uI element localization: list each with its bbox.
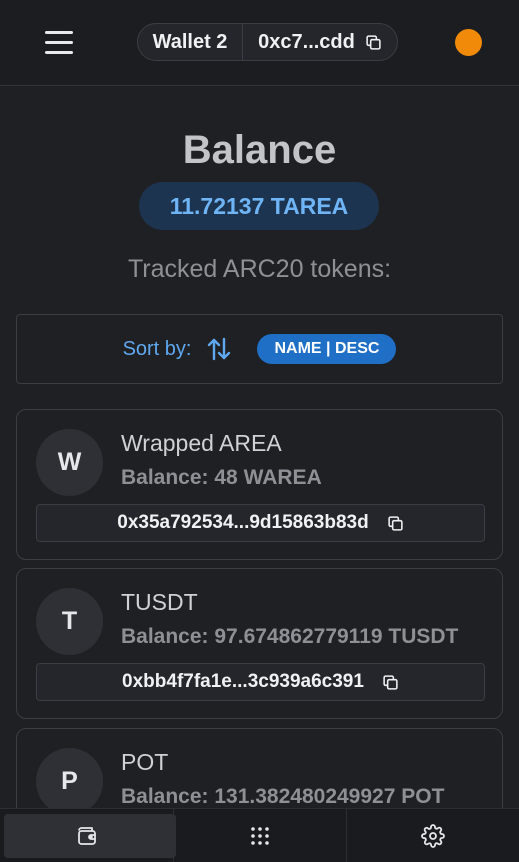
sort-controls: Sort by: NAME | DESC bbox=[16, 314, 503, 384]
token-name: Wrapped AREA bbox=[121, 430, 282, 456]
token-balance: Balance: 97.674862779119 TUSDT bbox=[121, 625, 459, 648]
token-balance: Balance: 131.382480249927 POT bbox=[121, 785, 445, 808]
wallet-address-copy[interactable]: 0xc7...cdd bbox=[243, 24, 397, 60]
wallet-address: 0xc7...cdd bbox=[258, 30, 355, 53]
token-avatar: T bbox=[36, 588, 103, 655]
token-name: POT bbox=[121, 749, 169, 775]
token-address-copy-button[interactable]: 0x35a792534...9d15863b83d bbox=[36, 504, 485, 542]
token-address: 0xbb4f7fa1e...3c939a6c391 bbox=[122, 671, 364, 692]
tracked-tokens-title: Tracked ARC20 tokens: bbox=[127, 255, 392, 283]
hamburger-menu-icon[interactable] bbox=[38, 24, 80, 60]
token-avatar: W bbox=[36, 429, 103, 496]
copy-icon[interactable] bbox=[382, 674, 399, 691]
copy-icon[interactable] bbox=[387, 515, 404, 532]
nav-apps[interactable] bbox=[173, 809, 346, 862]
app-header: Wallet 2 0xc7...cdd bbox=[0, 0, 519, 86]
sort-arrows-icon[interactable] bbox=[205, 335, 233, 363]
token-card[interactable]: T TUSDT Balance: 97.674862779119 TUSDT 0… bbox=[16, 568, 503, 719]
token-address: 0x35a792534...9d15863b83d bbox=[117, 512, 369, 533]
balance-title: Balance bbox=[182, 128, 337, 172]
token-address-copy-button[interactable]: 0xbb4f7fa1e...3c939a6c391 bbox=[36, 663, 485, 701]
copy-icon[interactable] bbox=[365, 34, 382, 51]
apps-grid-icon bbox=[251, 827, 269, 845]
token-card[interactable]: W Wrapped AREA Balance: 48 WAREA 0x35a79… bbox=[16, 409, 503, 560]
settings-gear-icon bbox=[421, 824, 445, 848]
nav-settings[interactable] bbox=[346, 809, 519, 862]
network-status-indicator[interactable] bbox=[455, 29, 482, 56]
bottom-navigation bbox=[0, 808, 519, 862]
nav-wallet[interactable] bbox=[0, 809, 176, 862]
token-balance: Balance: 48 WAREA bbox=[121, 466, 322, 489]
wallet-name[interactable]: Wallet 2 bbox=[138, 24, 243, 60]
wallet-selector[interactable]: Wallet 2 0xc7...cdd bbox=[137, 23, 398, 61]
token-name: TUSDT bbox=[121, 589, 198, 615]
balance-amount: 11.72137 TAREA bbox=[139, 182, 379, 230]
token-avatar: P bbox=[36, 748, 103, 815]
wallet-icon bbox=[77, 827, 96, 845]
sort-label: Sort by: bbox=[122, 337, 192, 360]
sort-order-badge[interactable]: NAME | DESC bbox=[257, 334, 397, 364]
